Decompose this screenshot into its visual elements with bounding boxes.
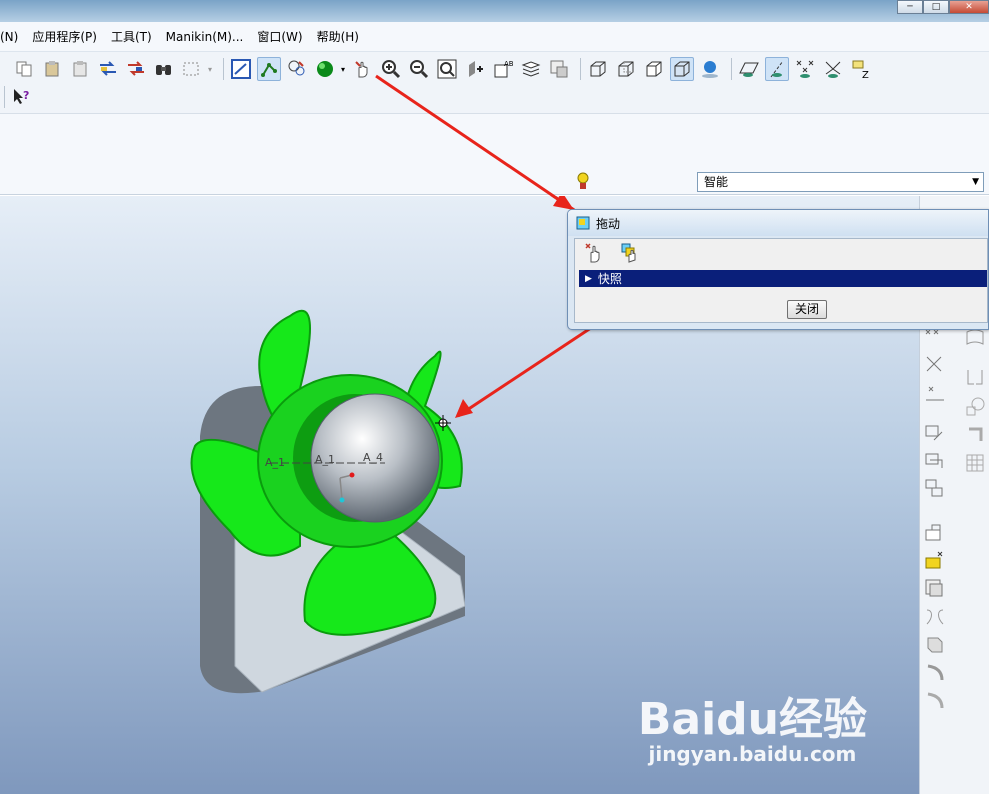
blend-icon[interactable] <box>924 550 946 572</box>
snapshot-label: 快照 <box>597 272 622 286</box>
shading-icon[interactable] <box>670 57 695 81</box>
coord-sys-icon[interactable] <box>821 57 845 81</box>
drag-components-icon[interactable] <box>351 57 375 81</box>
toolbar-separator <box>4 86 5 108</box>
hidden-line-icon[interactable] <box>614 57 638 81</box>
svg-text:Z: Z <box>862 70 869 79</box>
watermark: Baidu经验 jingyan.baidu.com <box>637 694 867 767</box>
snapshot-section-header[interactable]: ▶ 快照 <box>579 270 987 287</box>
saved-views-icon[interactable]: AB <box>491 57 515 81</box>
no-hidden-icon[interactable] <box>642 57 666 81</box>
menu-help[interactable]: 帮助(H) <box>310 28 366 45</box>
paste-special-icon[interactable] <box>68 57 92 81</box>
axis-label: A_1 <box>315 453 335 466</box>
menu-window[interactable]: 窗口(W) <box>250 28 309 45</box>
maximize-button[interactable]: □ <box>923 0 949 14</box>
datum-display-icon[interactable] <box>285 57 309 81</box>
regenerate-icon[interactable] <box>96 57 120 81</box>
toolbar-separator <box>223 58 225 80</box>
toolbar-area: ▾ ▾ AB Z ? <box>0 52 989 114</box>
dialog-toolbar <box>575 239 987 267</box>
view-manager-icon[interactable] <box>547 57 571 81</box>
window-title-bar: ─ □ ✕ <box>0 0 989 22</box>
chevron-down-icon: ▼ <box>972 177 979 187</box>
axis-label: A_1 <box>265 456 285 469</box>
csys-x-point <box>349 472 355 478</box>
extrude-icon[interactable] <box>924 450 946 472</box>
selection-filter-dropdown[interactable]: 智能 ▼ <box>697 172 984 192</box>
paste-icon[interactable] <box>40 57 64 81</box>
select-box-icon[interactable] <box>180 57 204 81</box>
drag-body-icon[interactable] <box>619 241 643 265</box>
find-icon[interactable] <box>152 57 176 81</box>
dialog-app-icon <box>576 216 590 230</box>
enhanced-realism-icon[interactable] <box>698 57 722 81</box>
watermark-brand: Baidu经验 <box>637 694 867 745</box>
regenerate-manager-icon[interactable] <box>124 57 148 81</box>
dialog-title-bar[interactable]: 拖动 <box>568 210 988 236</box>
dialog-close-button[interactable]: 关闭 <box>787 300 827 319</box>
zoom-in-icon[interactable] <box>379 57 403 81</box>
mirror-icon[interactable] <box>964 396 986 418</box>
wireframe-icon[interactable] <box>586 57 610 81</box>
menubar: (N) 应用程序(P) 工具(T) Manikin(M)... 窗口(W) 帮助… <box>0 22 989 52</box>
toolbar-row-1: ▾ ▾ AB Z <box>12 54 877 84</box>
refit-icon[interactable] <box>229 57 253 81</box>
menu-new[interactable]: (N) <box>0 30 25 44</box>
datum-csys-icon[interactable] <box>924 354 946 376</box>
menu-manikin[interactable]: Manikin(M)... <box>159 30 251 44</box>
pattern-icon[interactable] <box>964 366 986 388</box>
datum-axes-icon[interactable] <box>765 57 790 81</box>
round-icon[interactable] <box>924 578 946 600</box>
zoom-out-icon[interactable] <box>407 57 431 81</box>
menu-tools[interactable]: 工具(T) <box>104 28 159 45</box>
refit-view-icon[interactable] <box>435 57 459 81</box>
axis-label: A_4 <box>363 451 383 464</box>
toolbar-separator <box>580 58 582 80</box>
expand-triangle-icon: ▶ <box>585 273 592 284</box>
annotation-icon[interactable]: Z <box>849 57 873 81</box>
spin-center-icon[interactable] <box>257 57 282 81</box>
minimize-button[interactable]: ─ <box>897 0 923 14</box>
layers-icon[interactable] <box>519 57 543 81</box>
window-controls: ─ □ ✕ <box>897 0 989 14</box>
rib-icon[interactable] <box>924 690 946 712</box>
close-window-button[interactable]: ✕ <box>949 0 989 14</box>
dialog-body: ▶ 快照 关闭 <box>574 238 988 323</box>
pattern-icon[interactable] <box>964 424 986 446</box>
chamfer-icon[interactable] <box>924 606 946 628</box>
sketch-icon[interactable] <box>924 422 946 444</box>
csys-z-point <box>339 497 345 503</box>
filter-selected-value: 智能 <box>704 175 729 189</box>
datum-points-icon[interactable] <box>793 57 817 81</box>
datum-planes-icon[interactable] <box>737 57 761 81</box>
toolbar-separator <box>731 58 733 80</box>
appearance-icon[interactable] <box>313 57 337 81</box>
revolve-icon[interactable] <box>924 478 946 500</box>
hole-icon[interactable] <box>924 634 946 656</box>
hole-icon[interactable] <box>964 452 986 474</box>
svg-text:?: ? <box>23 89 29 102</box>
datum-curve-icon[interactable] <box>924 382 946 404</box>
toolbar-row-2: ? <box>4 82 38 112</box>
shell-icon[interactable] <box>924 662 946 684</box>
reorient-icon[interactable] <box>463 57 487 81</box>
watermark-url: jingyan.baidu.com <box>648 742 857 766</box>
copy-icon[interactable] <box>12 57 36 81</box>
context-help-icon[interactable]: ? <box>10 85 34 109</box>
menu-applications[interactable]: 应用程序(P) <box>25 28 104 45</box>
drag-point-icon[interactable] <box>583 241 607 265</box>
svg-text:AB: AB <box>504 60 513 68</box>
light-bulb-icon[interactable] <box>575 171 591 191</box>
sweep-icon[interactable] <box>924 522 946 544</box>
drag-dialog: 拖动 ▶ 快照 关闭 <box>567 209 989 330</box>
dialog-title: 拖动 <box>596 216 621 231</box>
